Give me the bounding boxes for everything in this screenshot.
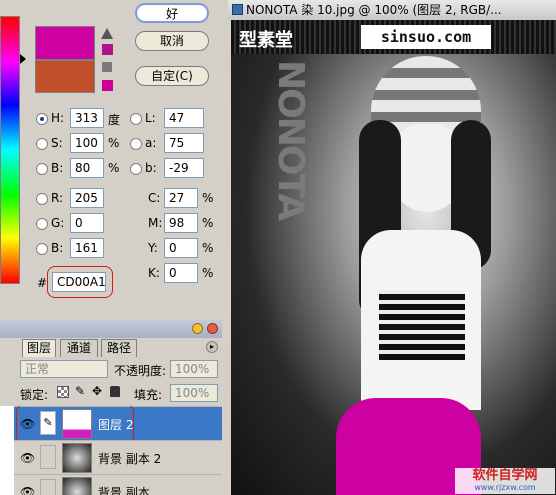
layer-name[interactable]: 背景 副本 — [98, 484, 150, 495]
panel-minimize-icon[interactable] — [192, 323, 203, 334]
tab-channels[interactable]: 通道 — [60, 339, 98, 357]
b-channel-radio[interactable] — [130, 163, 142, 175]
window-title[interactable]: NONOTA 染 10.jpg @ 100% (图层 2, RGB/... — [228, 0, 556, 20]
green-label: G: — [51, 216, 65, 230]
new-color-swatch — [35, 26, 95, 60]
layer-row-background-copy-2[interactable]: 👁 背景 副本 2 — [14, 440, 222, 474]
lock-label: 锁定: — [20, 388, 49, 402]
lock-transparency-icon[interactable] — [57, 386, 69, 398]
cancel-button[interactable]: 取消 — [135, 31, 209, 51]
cyan-label: C: — [148, 191, 161, 205]
brightness-field[interactable]: 80 — [70, 158, 104, 178]
a-channel-radio[interactable] — [130, 138, 142, 150]
visibility-eye-icon[interactable]: 👁 — [20, 451, 35, 465]
saturation-radio[interactable] — [36, 138, 48, 150]
yellow-unit: % — [202, 241, 214, 255]
visibility-eye-icon[interactable]: 👁 — [20, 485, 35, 495]
opacity-field[interactable]: 100% — [170, 360, 218, 378]
watermark-text: 软件自学网 — [472, 468, 538, 483]
black-field[interactable]: 0 — [164, 263, 198, 283]
black-unit: % — [202, 266, 214, 280]
blue-radio[interactable] — [36, 243, 48, 255]
panel-titlebar — [0, 320, 222, 338]
opacity-label: 不透明度: — [114, 364, 167, 378]
watermark-url: www.rjzxw.com — [474, 483, 536, 492]
magenta-label: M: — [148, 216, 163, 230]
a-channel-field[interactable]: 75 — [164, 133, 204, 153]
web-safe-cube-icon[interactable] — [102, 62, 112, 72]
fill-label: 填充: — [134, 388, 163, 402]
layer-list: 👁 ✎ 图层 2 👁 背景 副本 2 👁 背景 副本 — [0, 406, 222, 495]
layer-name[interactable]: 背景 副本 2 — [98, 450, 161, 467]
gamut-warning-icon[interactable] — [101, 28, 113, 39]
hue-label: H: — [51, 111, 65, 125]
lightness-radio[interactable] — [130, 113, 142, 125]
red-field[interactable]: 205 — [70, 188, 104, 208]
red-label: R: — [51, 191, 64, 205]
magenta-field[interactable]: 98 — [164, 213, 198, 233]
cyan-unit: % — [202, 191, 214, 205]
color-picker-dialog: 好 取消 自定(C) H: 313 度 S: 100 % B: 80 % R: … — [0, 0, 222, 300]
panel-close-icon[interactable] — [207, 323, 218, 334]
brightness-label: B: — [51, 161, 64, 175]
saturation-label: S: — [51, 136, 63, 150]
vertical-nonota-text: NONOTA — [270, 60, 311, 220]
brightness-radio[interactable] — [36, 163, 48, 175]
gamut-color-swatch[interactable] — [102, 44, 113, 55]
hue-field[interactable]: 313 — [70, 108, 104, 128]
layer-row-background-copy[interactable]: 👁 背景 副本 — [14, 474, 222, 495]
fill-field[interactable]: 100% — [170, 384, 218, 402]
tab-paths[interactable]: 路径 — [101, 339, 137, 357]
blue-label: B: — [51, 241, 64, 255]
layer-highlight-ring — [16, 406, 134, 444]
magenta-unit: % — [202, 216, 214, 230]
photoshop-doc-icon — [232, 4, 243, 15]
lock-all-icon[interactable] — [110, 386, 120, 397]
brightness-unit: % — [108, 161, 120, 175]
hex-label: # — [37, 276, 48, 290]
black-label: K: — [148, 266, 160, 280]
custom-colors-button[interactable]: 自定(C) — [135, 66, 209, 86]
yellow-label: Y: — [148, 241, 158, 255]
saturation-unit: % — [108, 136, 120, 150]
web-safe-color-swatch[interactable] — [102, 80, 113, 91]
panel-menu-arrow-icon[interactable]: ▸ — [206, 341, 218, 353]
link-cell[interactable] — [40, 479, 56, 495]
ok-button[interactable]: 好 — [135, 3, 209, 23]
image-document-window: NONOTA 染 10.jpg @ 100% (图层 2, RGB/... 型素… — [228, 0, 556, 495]
green-radio[interactable] — [36, 218, 48, 230]
b-channel-field[interactable]: -29 — [164, 158, 204, 178]
lightness-field[interactable]: 47 — [164, 108, 204, 128]
old-color-swatch[interactable] — [35, 60, 95, 93]
hue-slider-handle[interactable] — [20, 54, 26, 64]
watermark-logo: 软件自学网 www.rjzxw.com — [455, 468, 555, 494]
layer-thumbnail — [62, 443, 92, 473]
brand-logo-cn: 型素堂 — [239, 30, 293, 51]
b-channel-label: b: — [145, 161, 157, 175]
tab-layers[interactable]: 图层 — [22, 339, 56, 357]
blend-mode-select[interactable]: 正常 — [20, 360, 108, 378]
brand-logo-url: sinsuo.com — [361, 25, 491, 49]
hue-unit: 度 — [108, 113, 121, 127]
layers-panel: 图层 通道 路径 ▸ 正常 不透明度: 100% 锁定: ✎ ✥ 填充: 100… — [0, 320, 222, 495]
lock-position-icon[interactable]: ✥ — [92, 384, 102, 398]
link-cell[interactable] — [40, 445, 56, 469]
blue-field[interactable]: 161 — [70, 238, 104, 258]
lock-pixels-icon[interactable]: ✎ — [75, 384, 85, 398]
cyan-field[interactable]: 27 — [164, 188, 198, 208]
a-channel-label: a: — [145, 136, 157, 150]
layer-thumbnail — [62, 477, 92, 495]
hue-slider[interactable] — [0, 16, 20, 284]
lightness-label: L: — [145, 111, 156, 125]
green-field[interactable]: 0 — [70, 213, 104, 233]
saturation-field[interactable]: 100 — [70, 133, 104, 153]
photo-canvas[interactable]: 型素堂 sinsuo.com NONOTA 软件自学网 www.rjzxw.co… — [231, 20, 556, 495]
hex-field[interactable]: CD00A1 — [52, 272, 106, 292]
hue-radio[interactable] — [36, 113, 48, 125]
red-radio[interactable] — [36, 193, 48, 205]
yellow-field[interactable]: 0 — [164, 238, 198, 258]
shirt-print — [379, 290, 465, 360]
